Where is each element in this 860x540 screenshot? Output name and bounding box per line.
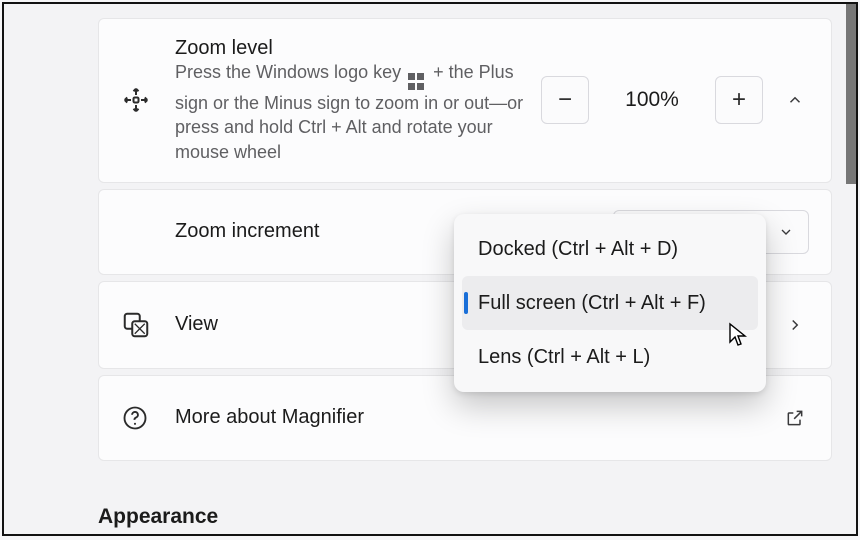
- view-option-docked-label: Docked (Ctrl + Alt + D): [478, 238, 678, 261]
- help-icon: [121, 404, 149, 432]
- view-option-docked[interactable]: Docked (Ctrl + Alt + D): [462, 222, 758, 276]
- chevron-up-icon[interactable]: [781, 91, 809, 109]
- move-resize-icon: [121, 85, 151, 115]
- zoom-level-title: Zoom level: [175, 37, 541, 60]
- view-option-fullscreen[interactable]: Full screen (Ctrl + Alt + F): [462, 276, 758, 330]
- chevron-right-icon: [781, 316, 809, 334]
- view-option-lens[interactable]: Lens (Ctrl + Alt + L): [462, 330, 758, 384]
- external-link-icon: [781, 408, 809, 428]
- zoom-level-description: Press the Windows logo key + the Plus si…: [175, 60, 535, 164]
- zoom-value: 100%: [607, 88, 697, 112]
- view-dropdown-menu: Docked (Ctrl + Alt + D) Full screen (Ctr…: [454, 214, 766, 392]
- mouse-cursor-icon: [728, 322, 748, 348]
- windows-logo-icon: [408, 73, 426, 91]
- more-about-magnifier-title: More about Magnifier: [175, 406, 781, 429]
- appearance-heading: Appearance: [4, 467, 856, 529]
- chevron-down-icon: [778, 224, 794, 240]
- view-icon: [121, 310, 151, 340]
- zoom-desc-before: Press the Windows logo key: [175, 62, 406, 82]
- zoom-out-button[interactable]: −: [541, 76, 589, 124]
- view-option-fullscreen-label: Full screen (Ctrl + Alt + F): [478, 292, 706, 315]
- view-option-lens-label: Lens (Ctrl + Alt + L): [478, 346, 650, 369]
- zoom-level-card: Zoom level Press the Windows logo key + …: [98, 18, 832, 183]
- zoom-in-button[interactable]: +: [715, 76, 763, 124]
- scrollbar[interactable]: [846, 4, 856, 184]
